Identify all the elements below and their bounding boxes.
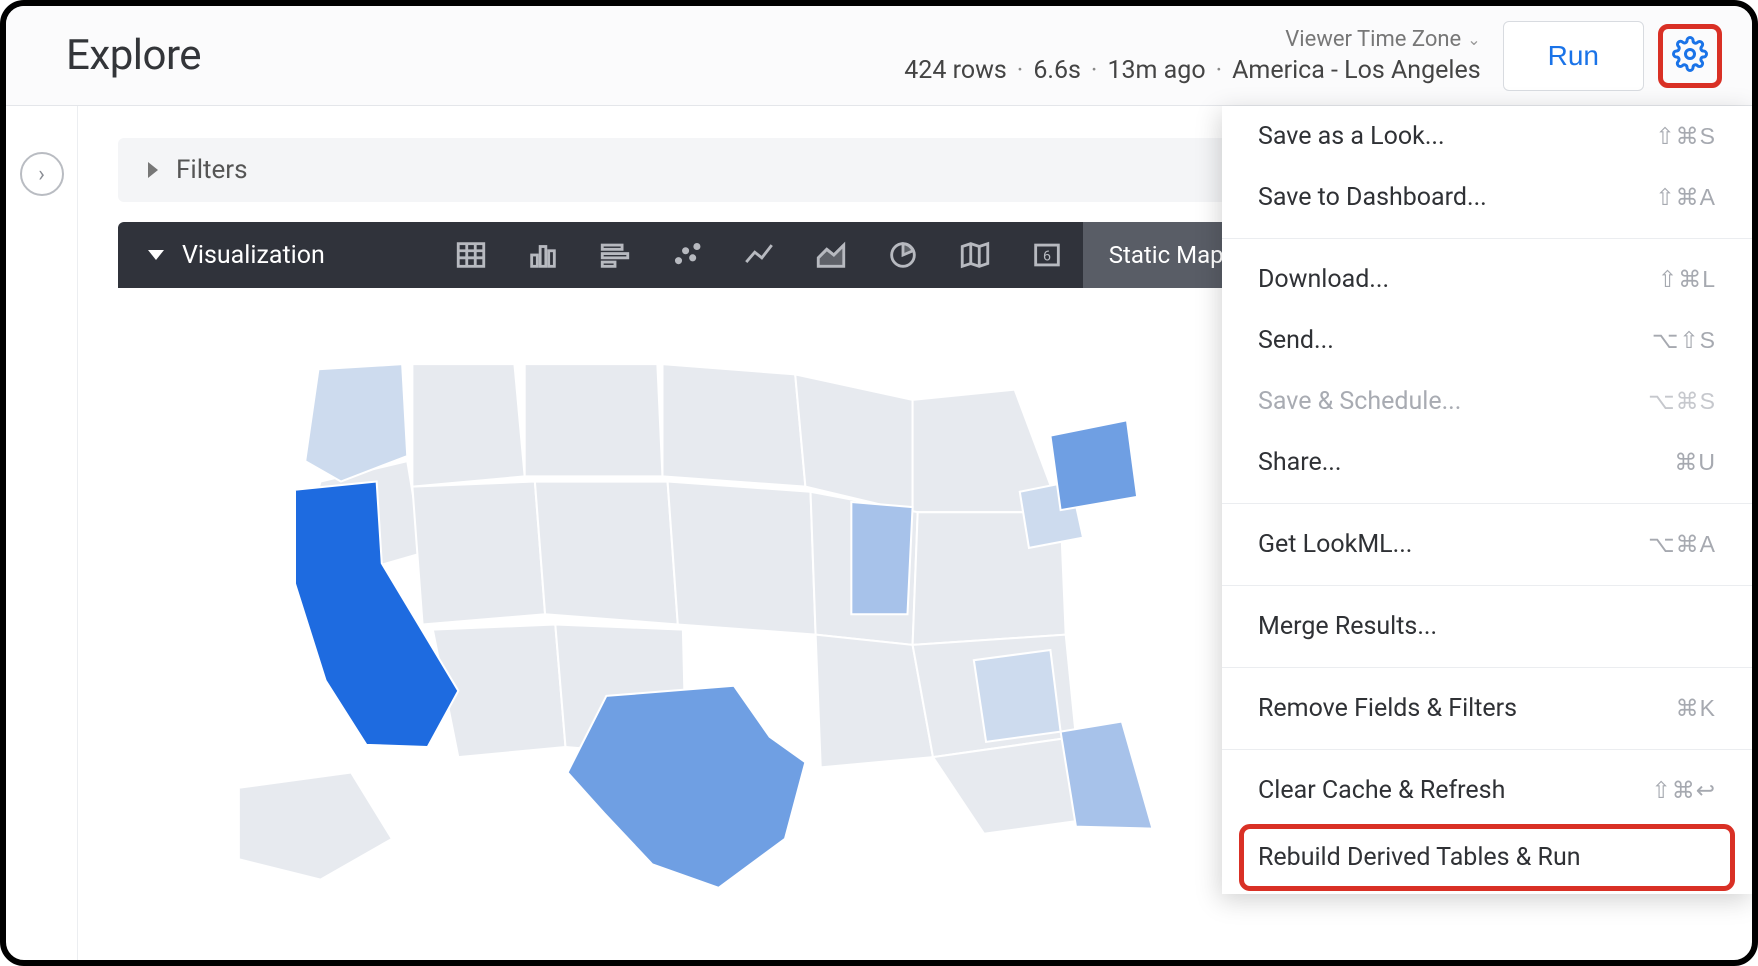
timezone-label: Viewer Time Zone xyxy=(1285,27,1461,52)
caret-right-icon xyxy=(148,162,158,178)
menu-item-shortcut: ⌥⌘S xyxy=(1648,388,1716,415)
usa-choropleth xyxy=(198,308,1178,921)
menu-item[interactable]: Clear Cache & Refresh ⇧⌘↩ xyxy=(1222,760,1752,821)
menu-item-label: Get LookML... xyxy=(1258,530,1412,559)
query-age: 13m ago xyxy=(1107,56,1205,85)
svg-text:6: 6 xyxy=(1043,249,1051,265)
menu-separator xyxy=(1222,503,1752,504)
menu-item-shortcut: ⇧⌘L xyxy=(1658,266,1716,293)
menu-item[interactable]: Save to Dashboard... ⇧⌘A xyxy=(1222,167,1752,228)
menu-separator xyxy=(1222,749,1752,750)
menu-separator xyxy=(1222,667,1752,668)
menu-item-label: Remove Fields & Filters xyxy=(1258,694,1517,723)
menu-item-shortcut: ⌘K xyxy=(1676,695,1716,722)
region-label: America - Los Angeles xyxy=(1232,56,1481,85)
menu-item[interactable]: Merge Results... xyxy=(1222,596,1752,657)
menu-item-shortcut: ⌥⌘A xyxy=(1648,531,1716,558)
viz-type-area[interactable] xyxy=(795,222,867,288)
viz-type-switcher: 6 xyxy=(435,222,1083,288)
visualization-section-toggle[interactable]: Visualization xyxy=(118,241,355,270)
separator: · xyxy=(1216,56,1223,85)
menu-item-shortcut: ⇧⌘↩ xyxy=(1651,777,1716,804)
menu-item[interactable]: Remove Fields & Filters ⌘K xyxy=(1222,678,1752,739)
viz-type-pie[interactable] xyxy=(867,222,939,288)
settings-gear-button[interactable] xyxy=(1658,24,1722,88)
menu-item[interactable]: Share... ⌘U xyxy=(1222,432,1752,493)
query-time: 6.6s xyxy=(1033,56,1081,85)
header-stats: Viewer Time Zone ⌄ 424 rows · 6.6s · 13m… xyxy=(904,27,1480,85)
viz-type-map[interactable] xyxy=(939,222,1011,288)
separator: · xyxy=(1091,56,1098,85)
menu-item-shortcut: ⇧⌘S xyxy=(1655,123,1716,150)
menu-item[interactable]: Save as a Look... ⇧⌘S xyxy=(1222,106,1752,167)
menu-separator xyxy=(1222,238,1752,239)
menu-item-label: Save to Dashboard... xyxy=(1258,183,1487,212)
menu-separator xyxy=(1222,585,1752,586)
caret-down-icon xyxy=(148,250,164,260)
viz-type-scatter[interactable] xyxy=(651,222,723,288)
menu-item-shortcut: ⌘U xyxy=(1674,449,1716,476)
chevron-down-icon: ⌄ xyxy=(1467,30,1480,49)
menu-item[interactable]: Rebuild Derived Tables & Run xyxy=(1240,825,1734,890)
separator: · xyxy=(1017,56,1024,85)
timezone-selector[interactable]: Viewer Time Zone ⌄ xyxy=(1285,27,1480,52)
menu-item-shortcut: ⌥⇧S xyxy=(1652,327,1716,354)
explore-header: Explore Viewer Time Zone ⌄ 424 rows · 6.… xyxy=(6,6,1752,106)
viz-type-column[interactable] xyxy=(507,222,579,288)
menu-item[interactable]: Get LookML... ⌥⌘A xyxy=(1222,514,1752,575)
menu-item-label: Rebuild Derived Tables & Run xyxy=(1258,843,1581,872)
expand-sidebar-button[interactable]: › xyxy=(20,152,64,196)
page-title: Explore xyxy=(66,31,201,80)
gear-icon xyxy=(1672,36,1708,76)
gear-dropdown-menu: Save as a Look... ⇧⌘S Save to Dashboard...… xyxy=(1222,106,1752,894)
menu-item-label: Merge Results... xyxy=(1258,612,1437,641)
menu-item: Save & Schedule... ⌥⌘S xyxy=(1222,371,1752,432)
row-count: 424 rows xyxy=(904,56,1007,85)
run-button[interactable]: Run xyxy=(1503,21,1644,91)
viz-type-table[interactable] xyxy=(435,222,507,288)
visualization-label: Visualization xyxy=(182,241,325,270)
menu-item-shortcut: ⇧⌘A xyxy=(1655,184,1716,211)
menu-item-label: Save & Schedule... xyxy=(1258,387,1461,416)
chevron-right-icon: › xyxy=(38,162,45,187)
menu-item-label: Send... xyxy=(1258,326,1334,355)
menu-item[interactable]: Download... ⇧⌘L xyxy=(1222,249,1752,310)
menu-item-label: Share... xyxy=(1258,448,1341,477)
viz-type-single-value[interactable]: 6 xyxy=(1011,222,1083,288)
filters-label: Filters xyxy=(176,155,248,185)
menu-item-label: Clear Cache & Refresh xyxy=(1258,776,1505,805)
viz-type-bar[interactable] xyxy=(579,222,651,288)
menu-item-label: Download... xyxy=(1258,265,1389,294)
left-rail: › xyxy=(6,106,78,960)
viz-type-line[interactable] xyxy=(723,222,795,288)
menu-item[interactable]: Send... ⌥⇧S xyxy=(1222,310,1752,371)
menu-item-label: Save as a Look... xyxy=(1258,122,1445,151)
